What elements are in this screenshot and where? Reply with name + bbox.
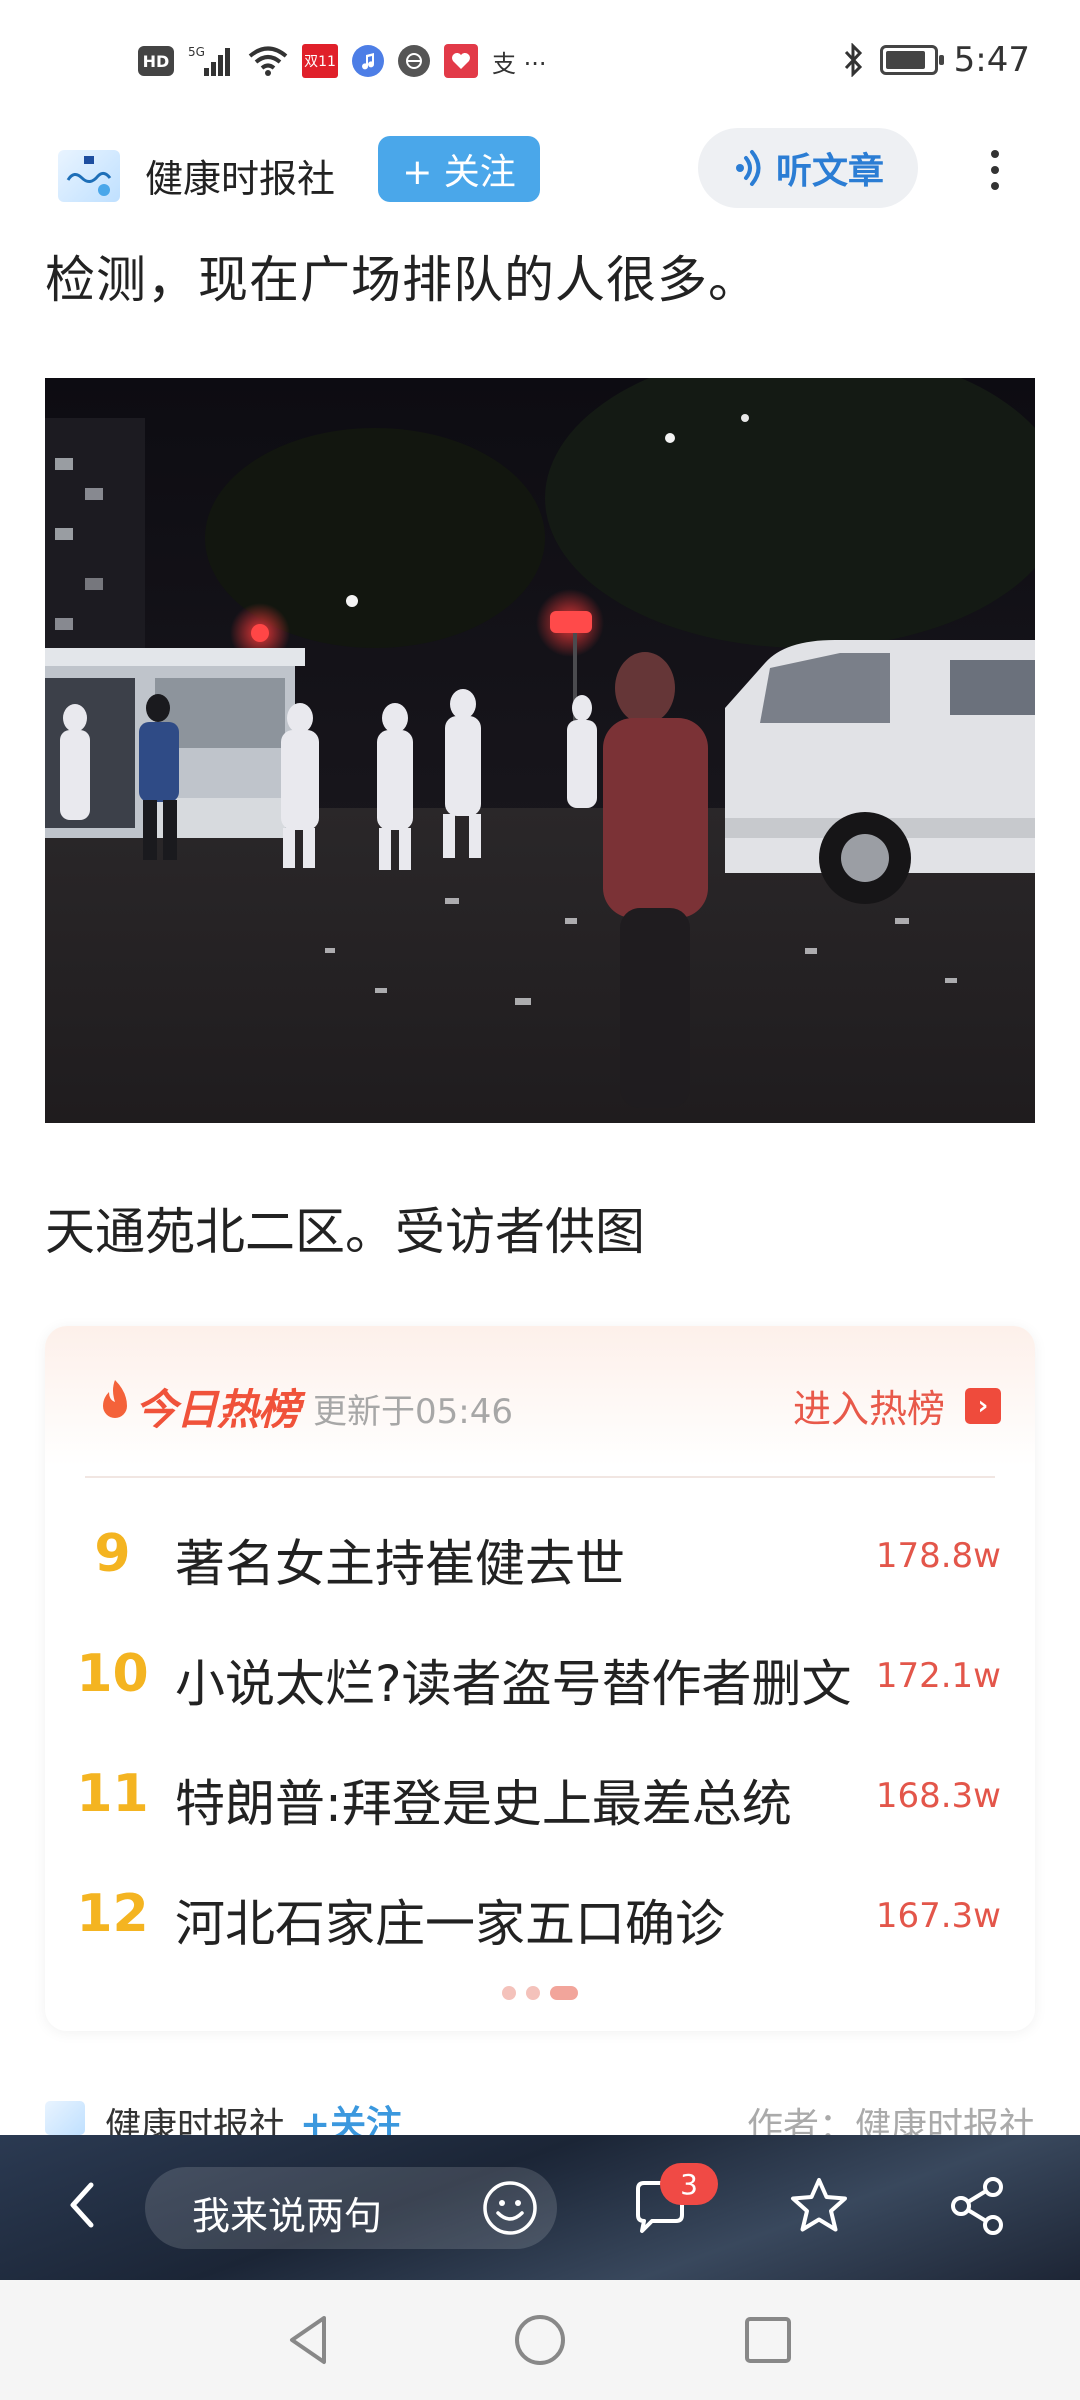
comment-count-badge: 3: [660, 2163, 718, 2205]
article-page: HD 5G 双11 支 ··· 5:47 健康时报社 + 关注 听文章 检测，现…: [0, 0, 1080, 2400]
favorite-star-icon[interactable]: [788, 2175, 850, 2237]
back-button[interactable]: [55, 2175, 115, 2235]
chevron-right-icon: ›: [965, 1387, 1001, 1424]
account-logo[interactable]: [55, 142, 123, 210]
hot-list-title: 今日热榜: [135, 1385, 300, 1434]
nav-home-icon[interactable]: [508, 2308, 572, 2372]
more-dot-icon: [991, 182, 999, 190]
night-street-photo: [45, 378, 1035, 1123]
more-dot-icon: [991, 166, 999, 174]
article-paragraph: 检测，现在广场排队的人很多。: [45, 251, 759, 309]
hot-list-item[interactable]: 9 著名女主持崔健去世 178.8w: [45, 1506, 1035, 1606]
enter-hot-list-link[interactable]: 进入热榜 ›: [793, 1378, 1001, 1433]
hot-list-item[interactable]: 10 小说太烂?读者盗号替作者删文 172.1w: [45, 1626, 1035, 1726]
article-photo[interactable]: [45, 378, 1035, 1123]
hot-item-title: 小说太烂?读者盗号替作者删文: [175, 1655, 852, 1713]
hot-item-title: 河北石家庄一家五口确诊: [175, 1895, 725, 1953]
enter-hot-list-label: 进入热榜: [792, 1387, 945, 1431]
nav-recents-icon[interactable]: [736, 2308, 800, 2372]
more-dot-icon: [991, 150, 999, 158]
battery-icon: [879, 45, 944, 75]
music-app-icon: [352, 45, 384, 77]
comment-placeholder: 我来说两句: [192, 2194, 383, 2238]
hot-rank: 9: [94, 1524, 131, 1584]
status-icons-left: HD 5G 双11 支 ···: [138, 44, 547, 78]
hot-list-divider: [85, 1476, 995, 1478]
status-icons-right: 5:47: [842, 40, 1030, 80]
photo-caption: 天通苑北二区。受访者供图: [45, 1203, 645, 1261]
nav-back-icon[interactable]: [278, 2308, 342, 2372]
account-name[interactable]: 健康时报社: [145, 148, 335, 203]
audio-wave-icon: [735, 150, 761, 186]
notification-overflow-icon: 支 ···: [492, 49, 547, 78]
account-logo-image: [58, 150, 120, 202]
cellular-signal-icon: 5G: [188, 44, 234, 78]
browser-app-icon: [398, 45, 430, 77]
listen-article-label: 听文章: [775, 151, 884, 192]
pager-dot: [502, 1986, 516, 2000]
pager-dot-active: [550, 1986, 578, 2000]
comment-input[interactable]: 我来说两句: [145, 2167, 557, 2249]
listen-article-button[interactable]: 听文章: [698, 128, 918, 208]
more-options-button[interactable]: [975, 140, 1015, 200]
account-logo-small[interactable]: [45, 2101, 85, 2135]
hot-rank: 11: [76, 1764, 149, 1824]
flame-icon: [103, 1380, 127, 1418]
hot-rank: 10: [76, 1644, 149, 1704]
bottom-toolbar: 我来说两句 3: [0, 2135, 1080, 2280]
hd-icon: HD: [138, 46, 174, 76]
system-nav-bar: [0, 2280, 1080, 2400]
hot-list-item[interactable]: 12 河北石家庄一家五口确诊 167.3w: [45, 1866, 1035, 1966]
battery-level-fill: [885, 51, 925, 69]
hot-item-title: 著名女主持崔健去世: [175, 1535, 625, 1593]
emoji-icon[interactable]: [481, 2179, 539, 2237]
hot-list-pager[interactable]: [45, 1986, 1035, 2000]
wifi-icon: [248, 44, 288, 78]
hot-list-item[interactable]: 11 特朗普:拜登是史上最差总统 168.3w: [45, 1746, 1035, 1846]
hot-item-count: 178.8w: [875, 1536, 1001, 1576]
hot-item-count: 172.1w: [875, 1656, 1001, 1696]
follow-button[interactable]: + 关注: [378, 136, 540, 202]
bluetooth-icon: [842, 43, 864, 77]
hot-item-count: 168.3w: [875, 1776, 1001, 1816]
hot-list-card: 今日热榜 更新于05:46 进入热榜 › 9 著名女主持崔健去世 178.8w …: [45, 1326, 1035, 2031]
article-header: 健康时报社 + 关注 听文章: [0, 120, 1080, 230]
hot-item-title: 特朗普:拜登是史上最差总统: [175, 1775, 792, 1833]
hot-list-header: 今日热榜 更新于05:46 进入热榜 ›: [45, 1326, 1035, 1476]
hot-rank: 12: [76, 1884, 149, 1944]
share-icon[interactable]: [947, 2175, 1007, 2237]
network-type-label: 5G: [188, 45, 205, 59]
status-bar: HD 5G 双11 支 ··· 5:47: [0, 0, 1080, 130]
clock-time: 5:47: [953, 40, 1030, 80]
hot-item-count: 167.3w: [875, 1896, 1001, 1936]
pager-dot: [526, 1986, 540, 2000]
shopping-app-icon: 双11: [302, 44, 338, 78]
heart-app-icon: [444, 44, 478, 78]
hot-list-update-time: 更新于05:46: [313, 1392, 513, 1432]
